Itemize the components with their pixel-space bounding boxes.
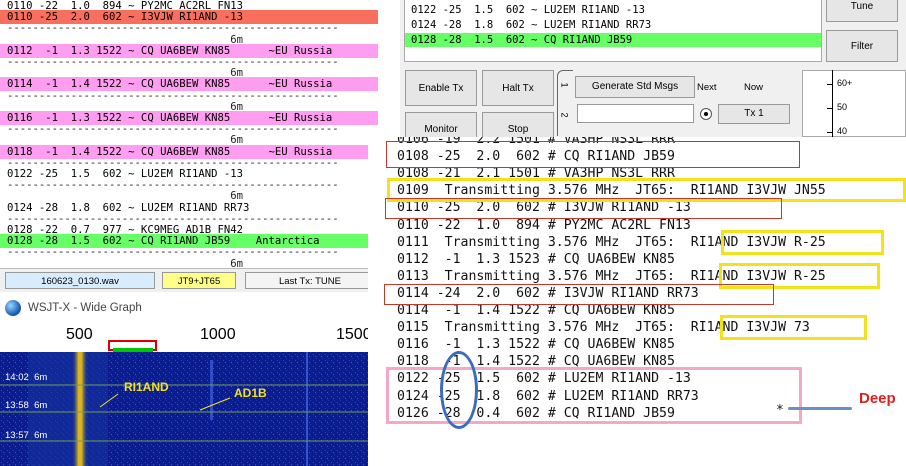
annotated-row[interactable]: 0116 -1 1.3 1522 # CQ UA6BEW KN85: [397, 336, 675, 353]
annotation-red-box: [385, 198, 782, 219]
band-activity-list[interactable]: 0110 -22 1.0 894 ~ PY2MC AC2RL FN13 0110 …: [0, 0, 378, 268]
meter-tick: [827, 84, 833, 85]
band-label-1: 14:02 6m: [5, 372, 48, 383]
scale-label-1000: 1000: [200, 326, 236, 343]
tab-2[interactable]: 2: [560, 112, 570, 117]
wide-graph-title: WSJT-X - Wide Graph: [28, 302, 142, 314]
tab-1[interactable]: 1: [560, 82, 570, 87]
tx1-message-field[interactable]: [577, 104, 694, 123]
status-bar: 160623_0130.wav JT9+JT65 Last Tx: TUNE: [0, 268, 378, 292]
tune-button[interactable]: Tune: [826, 0, 898, 22]
scale-label-500: 500: [66, 326, 93, 343]
wsjtx-app-icon: [5, 300, 21, 316]
annotation-blue-oval: [440, 351, 478, 429]
status-mode: JT9+JT65: [162, 272, 236, 289]
meter-scale-line: [832, 70, 833, 137]
status-file-name: 160623_0130.wav: [5, 272, 155, 289]
message-tabs[interactable]: [557, 70, 573, 136]
meter-label-50: 50: [837, 102, 848, 112]
meter-tick: [827, 132, 833, 133]
meter-label-40: 40: [837, 126, 848, 136]
scale-label-1500: 1500: [336, 326, 372, 343]
meter-label-60: 60+: [837, 78, 853, 88]
generate-std-msgs-button[interactable]: Generate Std Msgs: [575, 76, 695, 98]
asterisk-marker: *: [776, 403, 784, 418]
waterfall-graphic: [0, 352, 378, 466]
signal-label-ri1and: RI1AND: [124, 380, 169, 394]
band-label-3: 13:57 6m: [5, 430, 48, 441]
now-label: Now: [744, 82, 764, 93]
filter-button[interactable]: Filter: [826, 30, 898, 62]
rx-list-row[interactable]: 0124 -28 1.8 602 ~ LU2EM RI1AND RR73: [405, 18, 821, 32]
separator-row: 6m: [7, 257, 243, 268]
deep-label: Deep: [859, 390, 896, 407]
annotation-yellow-box: [721, 230, 884, 255]
annotation-red-box: [384, 284, 774, 305]
signal-meter: [802, 70, 906, 137]
annotation-red-box: [386, 141, 800, 168]
status-last-tx: Last Tx: TUNE: [245, 272, 375, 289]
deep-pointer-line: [788, 407, 852, 410]
tx1-now-button[interactable]: Tx 1: [718, 104, 790, 124]
annotated-row[interactable]: 0110 -22 1.0 894 # PY2MC AC2RL FN13: [397, 217, 691, 234]
meter-tick: [827, 108, 833, 109]
frequency-scale[interactable]: 500 1000 1500: [0, 320, 378, 352]
enable-tx-button[interactable]: Enable Tx: [405, 70, 477, 106]
wide-graph-titlebar: WSJT-X - Wide Graph: [0, 296, 378, 320]
annotated-row[interactable]: 0112 -1 1.3 1523 # CQ UA6BEW KN85: [397, 251, 675, 268]
rx-list-row[interactable]: 0128 -28 1.5 602 ~ CQ RI1AND JB59: [405, 33, 821, 47]
next-label: Next: [697, 82, 717, 93]
tx1-next-radio[interactable]: [700, 108, 712, 120]
rx-frequency-list[interactable]: 0122 -25 1.5 602 ~ LU2EM RI1AND -13 0124 …: [404, 0, 822, 62]
signal-label-ad1b: AD1B: [234, 386, 267, 400]
waterfall-display[interactable]: 14:02 6m 13:58 6m 13:57 6m RI1AND AD1B: [0, 352, 378, 466]
annotation-yellow-box: [720, 315, 867, 340]
rx-list-row[interactable]: 0122 -25 1.5 602 ~ LU2EM RI1AND -13: [405, 3, 821, 17]
halt-tx-button[interactable]: Halt Tx: [482, 70, 554, 106]
band-label-2: 13:58 6m: [5, 400, 48, 411]
